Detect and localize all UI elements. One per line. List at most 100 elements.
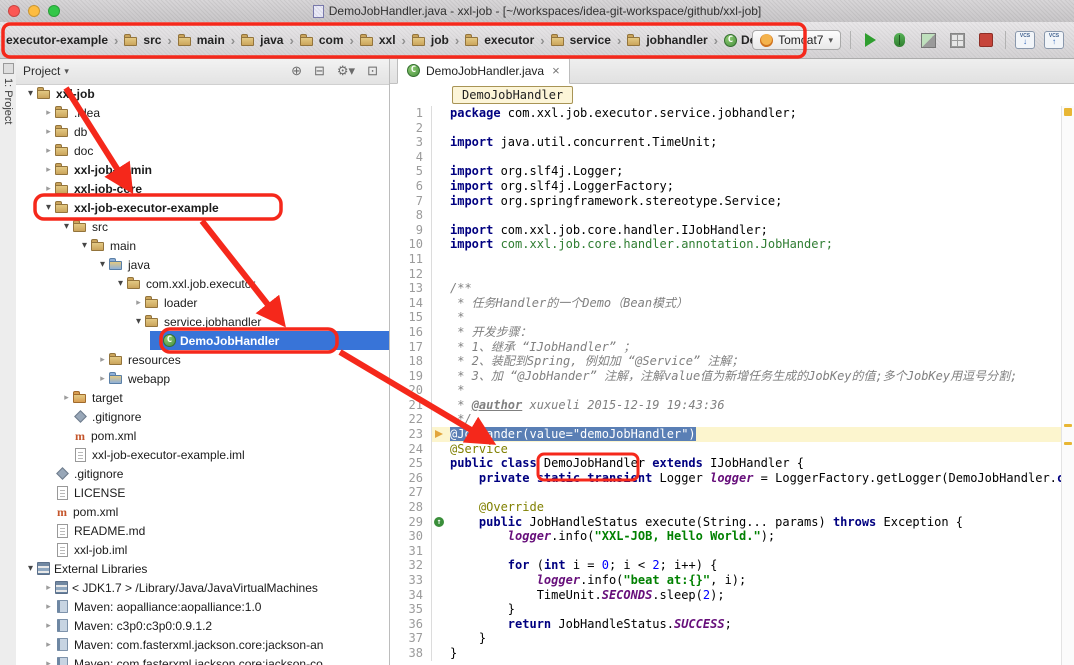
code-line-text[interactable]: * 3、加 “@JobHander” 注解，注解value值为新增任务生成的Jo…	[448, 369, 1062, 384]
tree-item-maven-com-fasterxml-jackson-core-jackson-co[interactable]: ▸Maven: com.fasterxml.jackson.core:jacks…	[16, 654, 389, 665]
code-line-text[interactable]	[448, 544, 1062, 559]
chevron-right-icon[interactable]: ▸	[42, 658, 55, 665]
code-line-17[interactable]: 17 * 1、继承 “IJobHandler” ；	[390, 340, 1062, 355]
breadcrumb-item-jobhandler[interactable]: jobhandler	[624, 31, 710, 49]
code-line-text[interactable]: return JobHandleStatus.SUCCESS;	[448, 617, 1062, 632]
code-line-text[interactable]: }	[448, 646, 1062, 661]
code-line-29[interactable]: 29↑ public JobHandleStatus execute(Strin…	[390, 515, 1062, 530]
code-line-text[interactable]: *	[448, 383, 1062, 398]
code-line-7[interactable]: 7import org.springframework.stereotype.S…	[390, 194, 1062, 209]
code-line-text[interactable]: * 开发步骤：	[448, 325, 1062, 340]
minimize-window-button[interactable]	[28, 5, 40, 17]
code-line-19[interactable]: 19 * 3、加 “@JobHander” 注解，注解value值为新增任务生成…	[390, 369, 1062, 384]
code-line-text[interactable]: @Override	[448, 500, 1062, 515]
code-line-text[interactable]: TimeUnit.SECONDS.sleep(2);	[448, 588, 1062, 603]
code-line-text[interactable]: import com.xxl.job.core.handler.annotati…	[448, 237, 1062, 252]
tree-item-com-xxl-job-executor[interactable]: ▾com.xxl.job.executor	[16, 274, 389, 293]
code-line-text[interactable]: */	[448, 412, 1062, 427]
code-line-30[interactable]: 30 logger.info("XXL-JOB, Hello World.");	[390, 529, 1062, 544]
tree-item-xxl-job-admin[interactable]: ▸xxl-job-admin	[16, 160, 389, 179]
code-line-text[interactable]	[448, 252, 1062, 267]
tree-item-gitignore[interactable]: .gitignore	[16, 464, 389, 483]
tree-item-external-libraries[interactable]: ▾External Libraries	[16, 559, 389, 578]
code-line-text[interactable]: public JobHandleStatus execute(String...…	[448, 515, 1062, 530]
chevron-right-icon[interactable]: ▸	[42, 639, 55, 650]
tree-item-xxl-job[interactable]: ▾xxl-job	[16, 84, 389, 103]
close-tab-icon[interactable]: ×	[552, 63, 560, 78]
hide-panel-button[interactable]: ⊡	[363, 63, 382, 79]
code-line-14[interactable]: 14 * 任务Handler的一个Demo（Bean模式）	[390, 296, 1062, 311]
coverage-button[interactable]	[918, 30, 938, 50]
tree-item-java[interactable]: ▾java	[16, 255, 389, 274]
run-configuration-selector[interactable]: Tomcat7 ▾	[752, 30, 841, 50]
code-line-38[interactable]: 38}	[390, 646, 1062, 661]
tab-demojobhandler-java[interactable]: DemoJobHandler.java ×	[397, 58, 570, 84]
code-line-text[interactable]: * @author xuxueli 2015-12-19 19:43:36	[448, 398, 1062, 413]
tree-item-jdk1-7-library-java-javavirtualmachines[interactable]: ▸< JDK1.7 > /Library/Java/JavaVirtualMac…	[16, 578, 389, 597]
bookmark-arrow-icon[interactable]	[435, 430, 443, 438]
code-line-37[interactable]: 37 }	[390, 631, 1062, 646]
chevron-down-icon[interactable]: ▾	[24, 88, 37, 99]
vcs-commit-button[interactable]: VCS ↑	[1044, 31, 1064, 49]
override-method-icon[interactable]: ↑	[434, 517, 444, 527]
code-line-text[interactable]: logger.info("beat at:{}", i);	[448, 573, 1062, 588]
tree-item-maven-aopalliance-aopalliance-1-0[interactable]: ▸Maven: aopalliance:aopalliance:1.0	[16, 597, 389, 616]
code-line-20[interactable]: 20 *	[390, 383, 1062, 398]
code-line-9[interactable]: 9import com.xxl.job.core.handler.IJobHan…	[390, 223, 1062, 238]
code-line-2[interactable]: 2	[390, 121, 1062, 136]
chevron-right-icon[interactable]: ▸	[42, 145, 55, 156]
code-editor[interactable]: 1package com.xxl.job.executor.service.jo…	[390, 106, 1062, 665]
class-name-chip[interactable]: DemoJobHandler	[452, 86, 573, 104]
breadcrumb-item-xxl[interactable]: xxl	[357, 31, 399, 49]
code-line-6[interactable]: 6import org.slf4j.LoggerFactory;	[390, 179, 1062, 194]
breadcrumb-item-main[interactable]: main	[175, 31, 228, 49]
tree-item-idea[interactable]: ▸.idea	[16, 103, 389, 122]
code-line-33[interactable]: 33 logger.info("beat at:{}", i);	[390, 573, 1062, 588]
zoom-window-button[interactable]	[48, 5, 60, 17]
code-line-text[interactable]: /**	[448, 281, 1062, 296]
chevron-down-icon[interactable]: ▾	[64, 66, 69, 77]
project-panel-title[interactable]: Project	[23, 64, 60, 78]
tree-item-pom-xml[interactable]: pom.xml	[16, 426, 389, 445]
tree-item-target[interactable]: ▸target	[16, 388, 389, 407]
chevron-right-icon[interactable]: ▸	[60, 392, 73, 403]
dashboard-button[interactable]	[947, 30, 967, 50]
code-line-13[interactable]: 13/**	[390, 281, 1062, 296]
chevron-right-icon[interactable]: ▸	[42, 164, 55, 175]
code-line-text[interactable]: private static transient Logger logger =…	[448, 471, 1062, 486]
code-line-text[interactable]: import org.springframework.stereotype.Se…	[448, 194, 1062, 209]
tree-item-main[interactable]: ▾main	[16, 236, 389, 255]
breadcrumb-item-executor[interactable]: executor	[462, 31, 537, 49]
tree-item-db[interactable]: ▸db	[16, 122, 389, 141]
code-line-12[interactable]: 12	[390, 267, 1062, 282]
code-line-35[interactable]: 35 }	[390, 602, 1062, 617]
chevron-right-icon[interactable]: ▸	[96, 354, 109, 365]
code-line-26[interactable]: 26 private static transient Logger logge…	[390, 471, 1062, 486]
code-line-text[interactable]: * 任务Handler的一个Demo（Bean模式）	[448, 296, 1062, 311]
code-line-25[interactable]: 25public class DemoJobHandler extends IJ…	[390, 456, 1062, 471]
close-window-button[interactable]	[8, 5, 20, 17]
breadcrumb-item-java[interactable]: java	[238, 31, 286, 49]
code-line-text[interactable]: import com.xxl.job.core.handler.IJobHand…	[448, 223, 1062, 238]
code-line-text[interactable]: import org.slf4j.LoggerFactory;	[448, 179, 1062, 194]
vcs-update-button[interactable]: VCS ↓	[1015, 31, 1035, 49]
code-line-23[interactable]: 23@JobHander(value="demoJobHandler")	[390, 427, 1062, 442]
code-line-text[interactable]: *	[448, 310, 1062, 325]
tree-item-resources[interactable]: ▸resources	[16, 350, 389, 369]
code-line-36[interactable]: 36 return JobHandleStatus.SUCCESS;	[390, 617, 1062, 632]
code-line-21[interactable]: 21 * @author xuxueli 2015-12-19 19:43:36	[390, 398, 1062, 413]
chevron-down-icon[interactable]: ▾	[24, 563, 37, 574]
chevron-right-icon[interactable]: ▸	[132, 297, 145, 308]
breadcrumb-item-job[interactable]: job	[409, 31, 452, 49]
tree-item-src[interactable]: ▾src	[16, 217, 389, 236]
chevron-right-icon[interactable]: ▸	[42, 620, 55, 631]
chevron-down-icon[interactable]: ▾	[132, 316, 145, 327]
chevron-right-icon[interactable]: ▸	[42, 183, 55, 194]
tree-item-readme-md[interactable]: README.md	[16, 521, 389, 540]
code-line-24[interactable]: 24@Service	[390, 442, 1062, 457]
tree-item-xxl-job-core[interactable]: ▸xxl-job-core	[16, 179, 389, 198]
code-line-text[interactable]: }	[448, 602, 1062, 617]
chevron-down-icon[interactable]: ▾	[60, 221, 73, 232]
tree-item-loader[interactable]: ▸loader	[16, 293, 389, 312]
chevron-down-icon[interactable]: ▾	[78, 240, 91, 251]
